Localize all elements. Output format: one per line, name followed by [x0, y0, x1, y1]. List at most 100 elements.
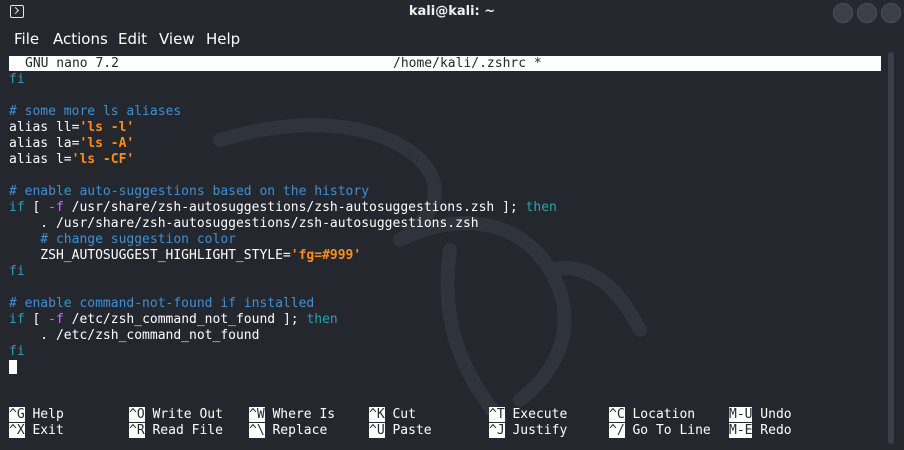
menu-help[interactable]: Help: [206, 30, 240, 48]
shortcut-label: Cut: [384, 407, 416, 422]
shortcut-key: M-U: [729, 407, 753, 422]
code-token: fi: [9, 344, 25, 359]
code-token: 'fg=#999': [290, 248, 362, 263]
editor-line: alias l='ls -CF': [9, 152, 557, 168]
code-token: if: [9, 312, 25, 327]
shortcut-item: ^G Help: [9, 407, 64, 423]
cursor-line: [9, 360, 557, 376]
code-token: if: [9, 200, 25, 215]
editor-line: # enable command-not-found if installed: [9, 296, 557, 312]
shortcut-item: ^W Where Is: [249, 407, 335, 423]
editor-line: ZSH_AUTOSUGGEST_HIGHLIGHT_STYLE='fg=#999…: [9, 248, 557, 264]
shortcut-key: M-E: [729, 423, 753, 438]
code-token: fi: [9, 72, 25, 87]
shortcut-item: ^K Cut: [369, 407, 416, 423]
code-token: alias ll=: [9, 120, 80, 135]
menu-edit[interactable]: Edit: [118, 30, 147, 48]
menu-view[interactable]: View: [159, 30, 195, 48]
shortcut-item: ^R Read File: [129, 423, 223, 439]
code-token: # change suggestion color: [9, 232, 236, 247]
editor-line: alias ll='ls -l': [9, 120, 557, 136]
shortcut-item: ^X Exit: [9, 423, 64, 439]
code-token: # some more ls aliases: [9, 104, 182, 119]
menu-bar: File Actions Edit View Help: [0, 28, 904, 50]
shortcut-item: ^\ Replace: [249, 423, 327, 439]
shortcut-key: ^X: [9, 423, 25, 438]
shortcut-key: ^J: [489, 423, 505, 438]
code-token: /usr/share/zsh-autosuggestions/zsh-autos…: [63, 200, 526, 215]
shortcut-key: ^\: [249, 423, 265, 438]
code-token: -f: [48, 200, 64, 215]
shortcut-item: ^U Paste: [369, 423, 432, 439]
shortcut-label: Undo: [752, 407, 792, 422]
shortcut-key: ^R: [129, 423, 145, 438]
code-token: 'ls -l': [79, 120, 135, 135]
code-token: # enable command-not-found if installed: [9, 296, 315, 311]
title-bar: kali@kali: ~: [0, 0, 904, 24]
shortcut-label: Write Out: [144, 407, 223, 422]
code-token: . /etc/zsh_command_not_found: [9, 328, 260, 343]
shortcut-label: Paste: [384, 423, 432, 438]
editor-line: fi: [9, 344, 557, 360]
shortcut-label: Location: [624, 407, 696, 422]
shortcut-label: Justify: [504, 423, 568, 438]
editor-line: # some more ls aliases: [9, 104, 557, 120]
editor-line: if [ -f /usr/share/zsh-autosuggestions/z…: [9, 200, 557, 216]
code-token: alias l=: [9, 152, 72, 167]
shortcut-item: M-E Redo: [729, 423, 792, 439]
editor-line: if [ -f /etc/zsh_command_not_found ]; th…: [9, 312, 557, 328]
shortcut-key: ^/: [609, 423, 625, 438]
maximize-button[interactable]: [857, 3, 877, 23]
code-token: [: [24, 200, 49, 215]
nano-version: GNU nano 7.2: [25, 56, 119, 71]
file-path: /home/kali/.zshrc *: [393, 56, 542, 71]
close-button[interactable]: [881, 3, 901, 23]
code-token: -f: [48, 312, 64, 327]
code-token: then: [306, 312, 338, 327]
editor-line: fi: [9, 72, 557, 88]
shortcut-item: ^/ Go To Line: [609, 423, 711, 439]
scrollbar[interactable]: [888, 52, 894, 444]
shortcut-item: ^O Write Out: [129, 407, 223, 423]
editor-line: # change suggestion color: [9, 232, 557, 248]
shortcut-label: Execute: [504, 407, 568, 422]
shortcut-key: ^T: [489, 407, 505, 422]
shortcut-key: ^K: [369, 407, 385, 422]
shortcut-item: M-U Undo: [729, 407, 792, 423]
code-token: ZSH_AUTOSUGGEST_HIGHLIGHT_STYLE=: [9, 248, 291, 263]
code-token: 'ls -CF': [71, 152, 135, 167]
shortcut-key: ^C: [609, 407, 625, 422]
shortcut-item: ^T Execute: [489, 407, 567, 423]
window-title: kali@kali: ~: [408, 4, 496, 19]
code-token: 'ls -A': [79, 136, 135, 151]
shortcut-key: ^U: [369, 423, 385, 438]
code-token: then: [525, 200, 557, 215]
shortcut-key: ^O: [129, 407, 145, 422]
shortcut-key: ^G: [9, 407, 25, 422]
shortcut-label: Where Is: [264, 407, 336, 422]
shortcut-label: Exit: [24, 423, 64, 438]
menu-file[interactable]: File: [14, 30, 39, 48]
shortcut-label: Redo: [752, 423, 792, 438]
editor-line: . /etc/zsh_command_not_found: [9, 328, 557, 344]
minimize-button[interactable]: [833, 3, 853, 23]
shortcut-label: Replace: [264, 423, 328, 438]
shortcut-item: ^C Location: [609, 407, 695, 423]
code-token: fi: [9, 264, 25, 279]
editor-line: alias la='ls -A': [9, 136, 557, 152]
shortcut-label: Help: [24, 407, 64, 422]
shortcut-label: Go To Line: [624, 423, 711, 438]
editor-line: # enable auto-suggestions based on the h…: [9, 184, 557, 200]
shortcut-item: ^J Justify: [489, 423, 567, 439]
text-cursor: [9, 360, 17, 374]
code-token: [: [24, 312, 49, 327]
editor-line: fi: [9, 264, 557, 280]
code-token: . /usr/share/zsh-autosuggestions/zsh-aut…: [9, 216, 479, 231]
editor-area[interactable]: fi # some more ls aliases alias ll='ls -l'…: [9, 72, 557, 376]
code-token: alias la=: [9, 136, 80, 151]
menu-actions[interactable]: Actions: [53, 30, 108, 48]
shortcut-key: ^W: [249, 407, 265, 422]
